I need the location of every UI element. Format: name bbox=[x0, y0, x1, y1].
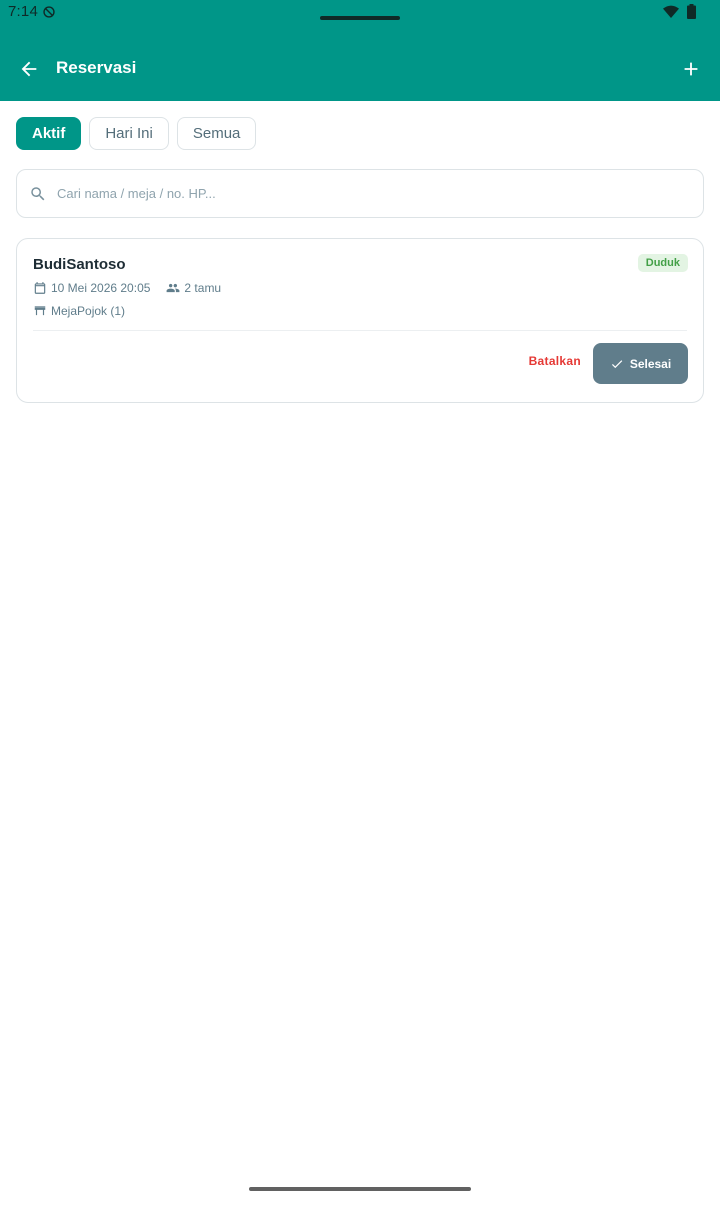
reservation-meta-row: 10 Mei 2026 20:05 2 tamu bbox=[33, 281, 221, 295]
battery-icon bbox=[687, 4, 696, 19]
search-input[interactable] bbox=[57, 186, 657, 201]
page-title: Reservasi bbox=[56, 58, 137, 77]
status-icons bbox=[663, 4, 696, 19]
search-box bbox=[16, 169, 704, 218]
guest-count: 2 tamu bbox=[184, 281, 222, 295]
app-header: 7:14 Reservasi bbox=[0, 0, 720, 101]
filter-chip-semua[interactable]: Semua bbox=[176, 117, 257, 150]
calendar-icon bbox=[34, 282, 46, 294]
back-button[interactable] bbox=[14, 54, 44, 84]
reservation-card[interactable]: BudiSantoso Duduk 10 Mei 2026 20:05 2 ta… bbox=[16, 238, 704, 403]
filter-chip-aktif[interactable]: Aktif bbox=[16, 117, 82, 150]
camera-notch bbox=[320, 16, 400, 20]
reservation-datetime: 10 Mei 2026 20:05 bbox=[51, 281, 151, 295]
filter-chips: Aktif Hari Ini Semua bbox=[16, 117, 257, 150]
add-icon bbox=[684, 62, 698, 76]
clock-text: 7:14 bbox=[8, 3, 38, 20]
status-bar-time: 7:14 bbox=[8, 3, 56, 20]
status-badge: Duduk bbox=[637, 254, 688, 272]
search-icon bbox=[31, 186, 45, 200]
filter-chip-hari-ini[interactable]: Hari Ini bbox=[89, 117, 169, 150]
dnd-icon bbox=[43, 5, 55, 18]
cancel-button[interactable]: Batalkan bbox=[529, 354, 581, 368]
people-icon bbox=[167, 283, 180, 293]
table-icon bbox=[34, 306, 46, 316]
add-reservation-button[interactable] bbox=[676, 54, 706, 84]
table-name: MejaPojok (1) bbox=[51, 304, 126, 318]
reservation-table-row: MejaPojok (1) bbox=[33, 304, 125, 318]
wifi-icon bbox=[663, 5, 679, 18]
home-indicator[interactable] bbox=[249, 1187, 471, 1191]
complete-button-label: Selesai bbox=[629, 356, 672, 371]
check-icon bbox=[611, 359, 623, 368]
card-divider bbox=[33, 330, 687, 331]
guest-name: BudiSantoso bbox=[33, 256, 126, 273]
complete-button[interactable]: Selesai bbox=[593, 343, 688, 384]
screen: 7:14 Reservasi Aktif Hari Ini Semua Cari… bbox=[0, 0, 720, 1206]
back-arrow-icon bbox=[21, 61, 37, 77]
